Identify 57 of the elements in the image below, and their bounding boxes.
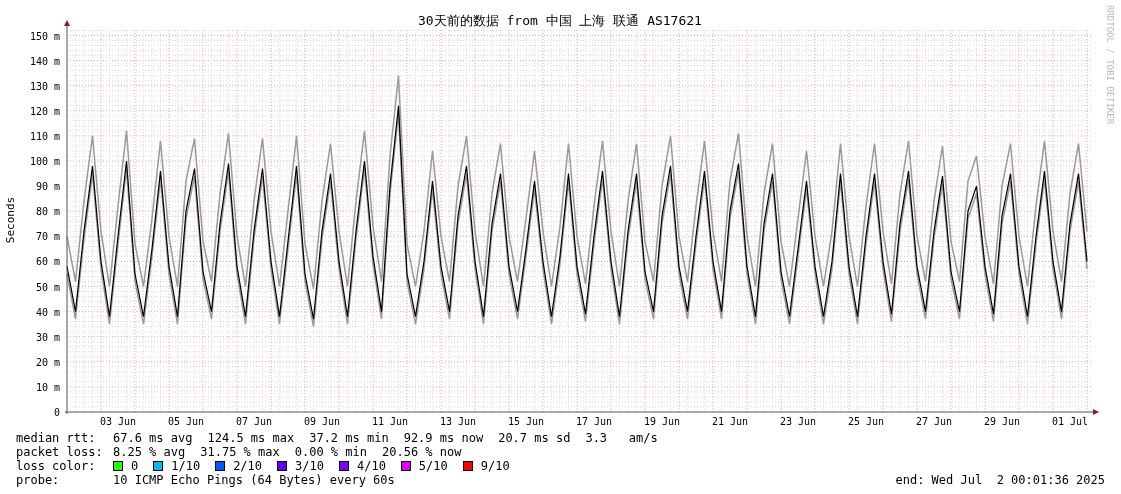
stat-value: 92.9 ms now xyxy=(403,431,484,445)
tick-label: 17 Jun xyxy=(575,416,613,427)
stat-value: 124.5 ms max xyxy=(207,431,295,445)
tick-label: 50 m xyxy=(35,281,60,293)
tick-label: 21 Jun xyxy=(711,416,749,427)
legend-value: 0 xyxy=(131,459,139,473)
tick-label: 150 m xyxy=(29,30,60,42)
legend-label: loss color: xyxy=(16,459,97,473)
tick-label: 15 Jun xyxy=(507,416,545,427)
watermark-text: RRDTOOL / TOBI OETIKER xyxy=(1105,5,1115,125)
tick-label: 70 m xyxy=(35,231,60,243)
legend-value: 5/10 xyxy=(418,459,448,473)
tick-label: 140 m xyxy=(29,55,60,67)
tick-label: 20 m xyxy=(35,356,60,368)
tick-label: 90 m xyxy=(35,181,60,193)
end-time: end: Wed Jul 2 00:01:36 2025 xyxy=(895,473,1105,487)
chart-title: 30天前的数据 from 中国 上海 联通 AS17621 xyxy=(418,13,702,28)
stat-value: 3.3 am/s xyxy=(585,431,658,445)
tick-label: 0 xyxy=(53,407,60,418)
axis-title: Seconds xyxy=(4,196,17,244)
legend-label: probe: xyxy=(16,473,61,487)
tick-label: 27 Jun xyxy=(916,416,953,427)
stat-value: 0.00 % min xyxy=(294,445,367,459)
tick-label: 40 m xyxy=(35,306,60,318)
tick-label: 23 Jun xyxy=(779,416,817,427)
stat-value: 37.2 ms min xyxy=(309,431,389,445)
tick-label: 13 Jun xyxy=(439,416,477,427)
stat-value: 20.7 ms sd xyxy=(498,431,571,445)
stat-value: 20.56 % now xyxy=(382,445,462,459)
tick-label: 11 Jun xyxy=(371,416,409,427)
stat-value: 8.25 % avg xyxy=(113,445,186,459)
tick-label: 130 m xyxy=(29,80,60,92)
legend-label: packet loss: xyxy=(16,445,104,459)
tick-label: 09 Jun xyxy=(303,416,341,427)
legend-value: 4/10 xyxy=(356,459,386,473)
legend-value: 1/10 xyxy=(171,459,201,473)
tick-label: 05 Jun xyxy=(167,416,205,427)
tick-label: 07 Jun xyxy=(235,416,273,427)
tick-label: 01 Jul xyxy=(1052,416,1089,427)
legend-value: 2/10 xyxy=(233,459,263,473)
tick-label: 03 Jun xyxy=(99,416,137,427)
tick-label: 60 m xyxy=(35,256,60,268)
legend-value: 3/10 xyxy=(295,459,324,473)
tick-label: 80 m xyxy=(35,206,60,218)
tick-label: 110 m xyxy=(29,130,60,142)
tick-label: 100 m xyxy=(29,156,60,167)
tick-label: 30 m xyxy=(35,331,60,343)
stat-value: 31.75 % max xyxy=(200,445,280,459)
legend-value: 9/10 xyxy=(480,459,510,473)
tick-label: 10 m xyxy=(35,381,60,393)
tick-label: 120 m xyxy=(29,105,60,117)
legend-label: median rtt: xyxy=(16,431,97,445)
tick-label: 25 Jun xyxy=(848,416,885,427)
tick-label: 19 Jun xyxy=(643,416,681,427)
stat-value: 67.6 ms avg xyxy=(113,431,193,445)
probe-text: 10 ICMP Echo Pings (64 Bytes) every 60s xyxy=(113,473,395,487)
tick-label: 29 Jun xyxy=(984,416,1021,427)
